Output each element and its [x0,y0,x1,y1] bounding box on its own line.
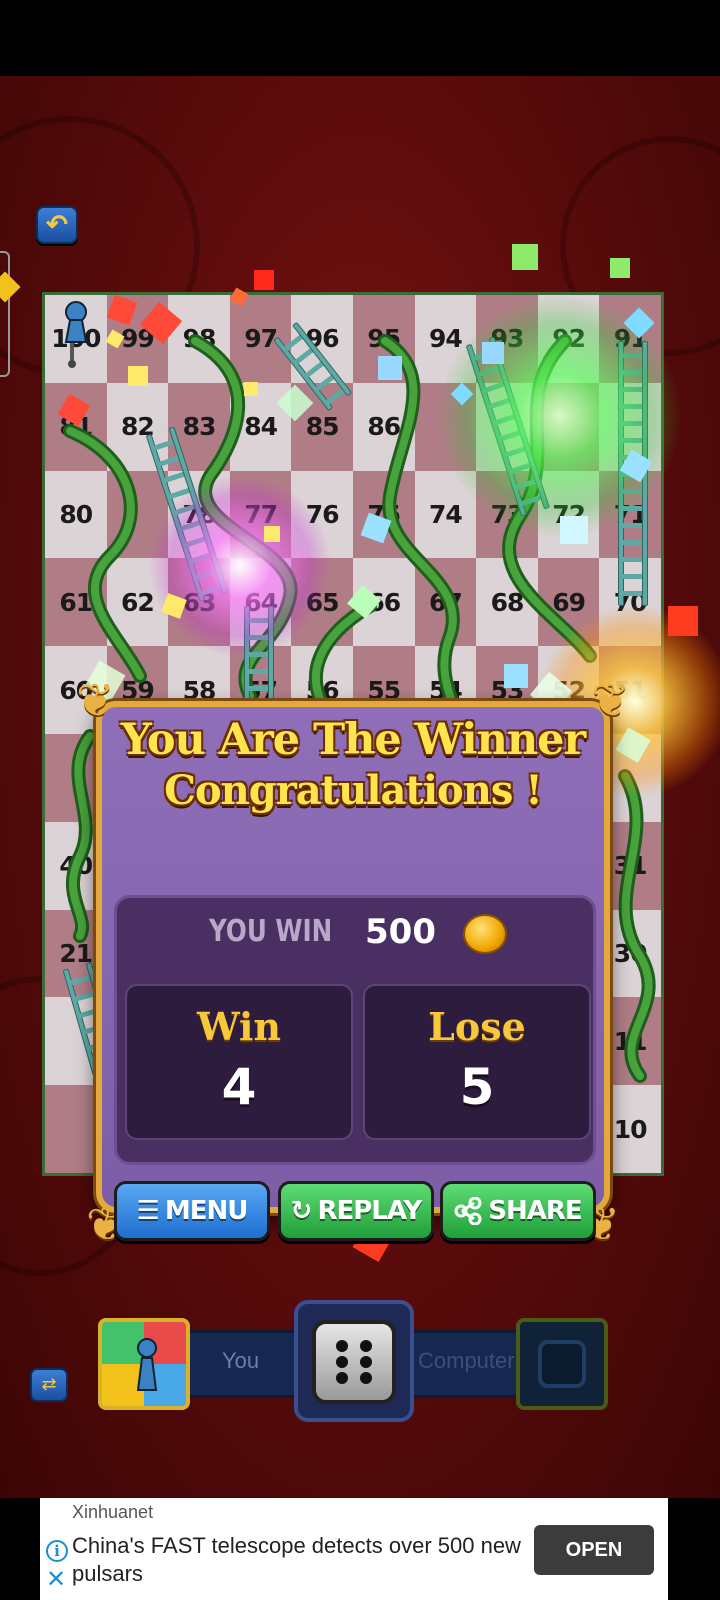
board-cell: 86 [352,382,415,471]
replay-button-label: REPLAY [317,1196,422,1226]
ad-source: Xinhuanet [72,1502,154,1522]
board-cell: 65 [291,558,353,647]
board-cell: 74 [414,470,477,559]
board-cell: 99 [106,295,169,383]
board-cell: 84 [229,382,292,471]
board-cell: 76 [291,470,353,559]
board-cell: 80 [45,470,107,559]
you-win-label: YOU WIN [209,914,333,949]
ad-banner[interactable]: Xinhuanet i ✕ China's FAST telescope det… [40,1498,668,1600]
board-cell: 72 [537,470,600,559]
coin-icon [463,914,507,954]
board-cell: 75 [352,470,415,559]
board-cell: 67 [414,558,477,647]
confetti [254,270,274,290]
confetti [668,606,698,636]
win-count: 4 [221,1058,257,1116]
computer-avatar [516,1318,608,1410]
lose-stat: Lose 5 [363,984,591,1140]
ad-headline[interactable]: China's FAST telescope detects over 500 … [72,1532,532,1588]
info-icon[interactable]: i [46,1540,68,1562]
board-cell: 92 [537,295,600,383]
menu-button[interactable]: ☰ MENU [114,1181,270,1241]
you-label: You [222,1348,260,1373]
back-button[interactable]: ↶ [36,206,78,244]
board-cell: 68 [476,558,538,647]
board-cell: 62 [106,558,169,647]
dice-panel [294,1300,414,1422]
board-cell [414,382,477,471]
side-tab[interactable] [0,251,10,377]
computer-label: Computer [418,1348,515,1373]
robot-icon [538,1340,586,1388]
lose-label: Lose [428,1004,526,1049]
board-cell: 95 [352,295,415,383]
swap-icon: ⇄ [41,1374,57,1394]
lose-count: 5 [459,1058,495,1116]
board-cell: 69 [537,558,600,647]
share-icon [454,1197,482,1225]
share-button[interactable]: SHARE [440,1181,596,1241]
board-cell: 66 [352,558,415,647]
dialog-subtitle: Congratulations ! [164,767,543,814]
board-cell: 94 [414,295,477,383]
you-win-amount: 500 [365,912,436,952]
refresh-icon: ↻ [290,1196,313,1226]
dice-button[interactable] [312,1320,396,1404]
replay-button[interactable]: ↻ REPLAY [278,1181,434,1241]
board-cell: 98 [168,295,230,383]
board-cell: 61 [45,558,107,647]
confetti [512,244,538,270]
board-cell: 81 [45,382,107,471]
win-stat: Win 4 [125,984,353,1140]
undo-arrow-icon: ↶ [46,209,68,239]
player-pawn-icon [64,301,88,368]
game-area: ↶ 10099989796959493929181828384858680787… [0,76,720,1498]
win-label: Win [196,1004,282,1049]
board-cell [537,382,600,471]
ladder [618,341,648,606]
menu-button-label: MENU [164,1196,249,1226]
status-bar [0,0,720,76]
ladder [244,606,274,706]
ad-open-button[interactable]: OPEN [534,1525,654,1575]
close-icon[interactable]: ✕ [46,1568,66,1592]
winner-dialog: ❦ ❦ ❦ ❦ You Are The Winner Congratulatio… [76,673,630,1251]
swap-button[interactable]: ⇄ [30,1368,68,1402]
you-avatar [98,1318,190,1410]
dialog-title: You Are The Winner [120,715,586,765]
list-icon: ☰ [136,1196,160,1226]
board-cell [106,470,169,559]
player-bar: You Computer [98,1300,608,1422]
stats-panel: YOU WIN 500 Win 4 Lose 5 [114,895,596,1165]
pawn-icon [136,1338,158,1391]
board-cell: 77 [229,470,292,559]
share-button-label: SHARE [488,1196,582,1226]
